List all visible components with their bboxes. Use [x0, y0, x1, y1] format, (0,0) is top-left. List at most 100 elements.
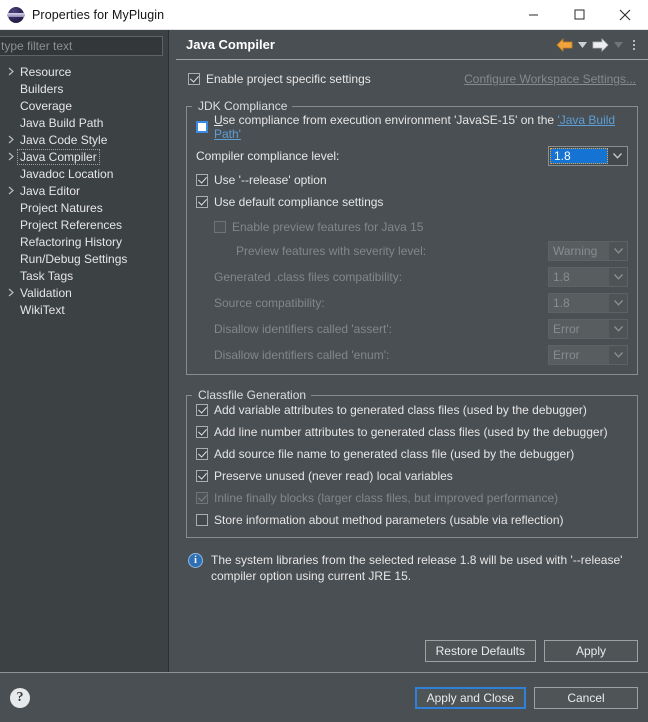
- sidebar-item-java-code-style[interactable]: Java Code Style: [0, 131, 168, 148]
- disallow-identifiers-called-assert-value: Error: [549, 320, 609, 338]
- kebab-menu-icon[interactable]: [626, 33, 642, 57]
- compiler-compliance-level-combo[interactable]: 1.8: [548, 146, 628, 166]
- chevron-right-icon[interactable]: [4, 152, 18, 161]
- use-compliance-from-ee-checkbox[interactable]: [196, 121, 208, 133]
- chevron-down-icon: [609, 268, 627, 286]
- disallow-identifiers-called-enum-label: Disallow identifiers called 'enum':: [214, 348, 390, 362]
- sidebar-item-java-editor[interactable]: Java Editor: [0, 182, 168, 199]
- source-compatibility-row: Source compatibility: 1.8: [196, 292, 628, 314]
- enable-project-specific-settings-label: Enable project specific settings: [206, 72, 371, 86]
- use-compliance-from-ee-label: Use compliance from execution environmen…: [214, 113, 616, 141]
- filter-input[interactable]: type filter text: [0, 36, 163, 56]
- sidebar-item-validation[interactable]: Validation: [0, 284, 168, 301]
- pane-gap: [169, 30, 176, 672]
- classfile-option-row[interactable]: Add line number attributes to generated …: [196, 423, 628, 441]
- classfile-option-checkbox[interactable]: [196, 470, 208, 482]
- page-toolbar: [554, 33, 642, 57]
- eclipse-icon: [7, 6, 25, 23]
- sidebar-item-resource[interactable]: Resource: [0, 63, 168, 80]
- generated-class-files-compatibility-combo: 1.8: [548, 267, 628, 287]
- sidebar-item-label: Project Natures: [20, 200, 103, 215]
- classfile-option-row[interactable]: Add variable attributes to generated cla…: [196, 401, 628, 419]
- classfile-option-row[interactable]: Store information about method parameter…: [196, 511, 628, 529]
- help-icon[interactable]: ?: [10, 687, 30, 708]
- page-action-buttons: Restore Defaults Apply: [424, 640, 638, 662]
- sidebar-item-javadoc-location[interactable]: Javadoc Location: [0, 165, 168, 182]
- enable-project-specific-settings-checkbox-row[interactable]: Enable project specific settings: [188, 70, 371, 88]
- classfile-option-checkbox: [196, 492, 208, 504]
- page-title: Java Compiler: [186, 37, 275, 52]
- classfile-option-label: Add source file name to generated class …: [214, 447, 575, 461]
- use-default-compliance-checkbox[interactable]: [196, 196, 208, 208]
- cancel-button[interactable]: Cancel: [534, 686, 638, 709]
- classfile-option-row[interactable]: Add source file name to generated class …: [196, 445, 628, 463]
- preview-features-with-severity-level-value: Warning: [549, 242, 609, 260]
- enable-project-specific-settings-checkbox[interactable]: [188, 73, 200, 85]
- enable-preview-features-checkbox: [214, 221, 226, 233]
- classfile-option-checkbox[interactable]: [196, 404, 208, 416]
- sidebar-item-project-references[interactable]: Project References: [0, 216, 168, 233]
- classfile-option-label: Add variable attributes to generated cla…: [214, 403, 587, 417]
- sidebar-item-java-compiler[interactable]: Java Compiler: [0, 148, 168, 165]
- chevron-right-icon[interactable]: [4, 135, 18, 144]
- classfile-option-row[interactable]: Preserve unused (never read) local varia…: [196, 467, 628, 485]
- dialog-footer: ? Apply and Close Cancel: [0, 672, 648, 722]
- generated-class-files-compatibility-label: Generated .class files compatibility:: [214, 270, 403, 284]
- classfile-option-checkbox[interactable]: [196, 514, 208, 526]
- preview-features-with-severity-level-combo: Warning: [548, 241, 628, 261]
- configure-workspace-settings-link[interactable]: Configure Workspace Settings...: [464, 72, 636, 86]
- chevron-right-icon[interactable]: [4, 186, 18, 195]
- apply-and-close-button[interactable]: Apply and Close: [414, 686, 526, 709]
- sidebar-item-label: WikiText: [20, 302, 65, 317]
- close-button[interactable]: [602, 0, 648, 30]
- classfile-generation-group: Classfile Generation Add variable attrib…: [186, 388, 638, 538]
- use-release-option-checkbox[interactable]: [196, 174, 208, 186]
- sidebar-item-label: Coverage: [20, 98, 73, 113]
- sidebar-item-label: Javadoc Location: [20, 166, 114, 181]
- classfile-option-checkbox[interactable]: [196, 448, 208, 460]
- sidebar-item-label: Validation: [20, 285, 72, 300]
- sidebar-item-label: Java Code Style: [20, 132, 108, 147]
- classfile-option-checkbox[interactable]: [196, 426, 208, 438]
- source-compatibility-value: 1.8: [549, 294, 609, 312]
- sidebar-item-label: Project References: [20, 217, 123, 232]
- chevron-right-icon[interactable]: [4, 67, 18, 76]
- chevron-right-icon[interactable]: [4, 288, 18, 297]
- enable-preview-features-label: Enable preview features for Java 15: [232, 220, 424, 234]
- sidebar-item-task-tags[interactable]: Task Tags: [0, 267, 168, 284]
- use-compliance-from-ee-row[interactable]: Use compliance from execution environmen…: [196, 113, 628, 141]
- sidebar-item-run-debug-settings[interactable]: Run/Debug Settings: [0, 250, 168, 267]
- classfile-option-label: Preserve unused (never read) local varia…: [214, 469, 453, 483]
- settings-tree: Resource Builders Coverage Java Build Path J…: [0, 61, 168, 672]
- use-default-compliance-label: Use default compliance settings: [214, 195, 384, 209]
- info-message-area: The system libraries from the selected r…: [186, 552, 638, 584]
- compiler-compliance-level-value: 1.8: [550, 148, 608, 164]
- sidebar-item-builders[interactable]: Builders: [0, 80, 168, 97]
- jdk-compliance-group: JDK Compliance Use compliance from execu…: [186, 99, 638, 375]
- sidebar-item-java-build-path[interactable]: Java Build Path: [0, 114, 168, 131]
- sidebar-item-project-natures[interactable]: Project Natures: [0, 199, 168, 216]
- source-compatibility-label: Source compatibility:: [214, 296, 325, 310]
- sidebar-item-wikitext[interactable]: WikiText: [0, 301, 168, 318]
- restore-defaults-button[interactable]: Restore Defaults: [424, 640, 536, 662]
- chevron-down-icon: [609, 242, 627, 260]
- sidebar-item-refactoring-history[interactable]: Refactoring History: [0, 233, 168, 250]
- sidebar-item-coverage[interactable]: Coverage: [0, 97, 168, 114]
- maximize-button[interactable]: [556, 0, 602, 30]
- sidebar-item-label: Java Editor: [20, 183, 81, 198]
- disallow-identifiers-called-assert-combo: Error: [548, 319, 628, 339]
- apply-button[interactable]: Apply: [544, 640, 638, 662]
- minimize-button[interactable]: [510, 0, 556, 30]
- use-default-compliance-row[interactable]: Use default compliance settings: [196, 193, 628, 211]
- settings-navigation-pane: type filter text Resource Builders Coverag…: [0, 30, 168, 672]
- back-history-chevron-down-icon[interactable]: [576, 33, 588, 57]
- use-release-option-row[interactable]: Use '--release' option: [196, 171, 628, 189]
- forward-history-chevron-down-icon: [612, 33, 624, 57]
- back-arrow-icon[interactable]: [554, 33, 574, 57]
- forward-arrow-icon[interactable]: [590, 33, 610, 57]
- sidebar-item-label: Refactoring History: [20, 234, 123, 249]
